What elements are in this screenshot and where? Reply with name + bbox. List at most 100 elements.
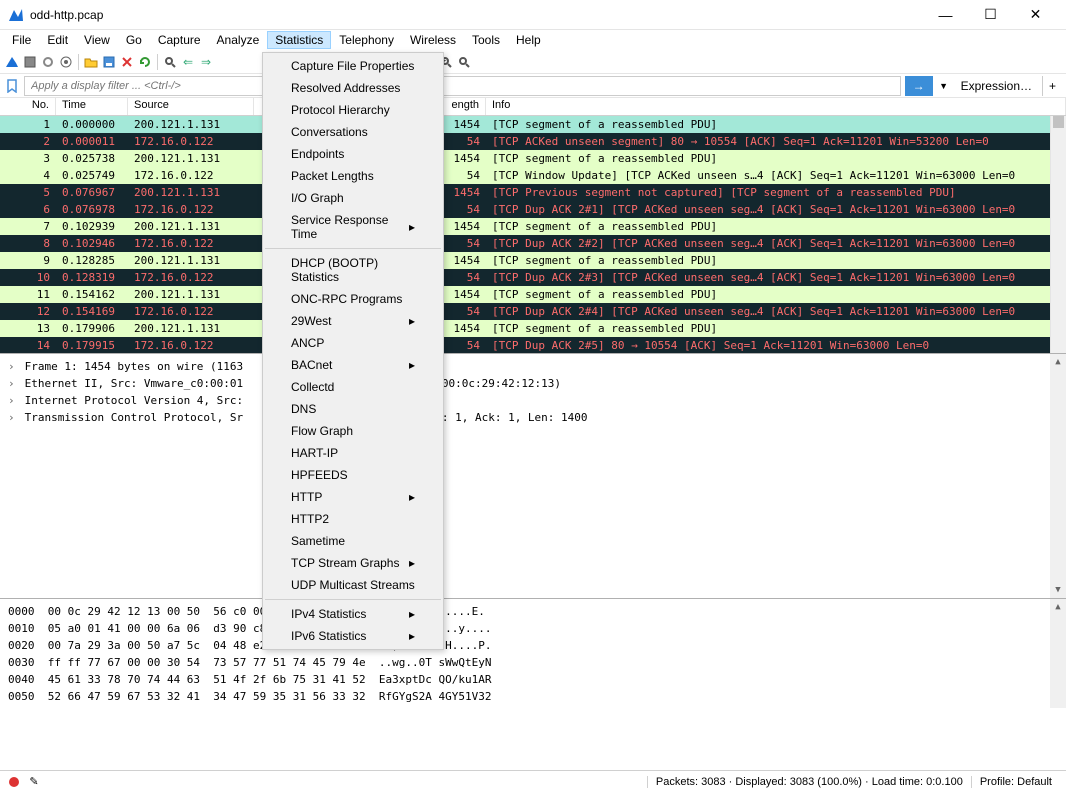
bytes-line[interactable]: 0000 00 0c 29 42 12 13 00 50 56 c0 00 01… [8,603,1058,620]
column-no[interactable]: No. [0,98,56,115]
packet-row[interactable]: 30.025738200.121.1.1311454[TCP segment o… [0,150,1066,167]
shark-fin-icon[interactable] [4,54,20,70]
menu-help[interactable]: Help [508,31,549,49]
menu-item[interactable]: HART-IP [263,442,443,464]
packet-details-pane[interactable]: ▲▼ › Frame 1: 1454 bytes on wire (1163 (… [0,353,1066,598]
menu-item[interactable]: IPv4 Statistics▸ [263,603,443,625]
packet-row[interactable]: 70.102939200.121.1.1311454[TCP segment o… [0,218,1066,235]
details-scrollbar[interactable]: ▲▼ [1050,354,1066,598]
edit-icon[interactable]: ✎ [26,774,42,790]
menu-telephony[interactable]: Telephony [331,31,402,49]
save-icon[interactable] [101,54,117,70]
column-info[interactable]: Info [486,98,1066,115]
bytes-line[interactable]: 0020 00 7a 29 3a 00 50 a7 5c 04 48 e2 e2… [8,637,1058,654]
menu-item[interactable]: Collectd [263,376,443,398]
menu-item[interactable]: UDP Multicast Streams [263,574,443,596]
menu-item[interactable]: Service Response Time▸ [263,209,443,245]
expand-icon[interactable]: › [8,392,18,409]
menu-item[interactable]: DHCP (BOOTP) Statistics [263,252,443,288]
menu-item[interactable]: DNS [263,398,443,420]
packet-row[interactable]: 80.102946172.16.0.12254[TCP Dup ACK 2#2]… [0,235,1066,252]
bytes-line[interactable]: 0040 45 61 33 78 70 74 44 63 51 4f 2f 6b… [8,671,1058,688]
prev-icon[interactable]: ⇐ [180,54,196,70]
menu-item[interactable]: Flow Graph [263,420,443,442]
packet-bytes-pane[interactable]: ▲ 0000 00 0c 29 42 12 13 00 50 56 c0 00 … [0,598,1066,708]
packet-row[interactable]: 130.179906200.121.1.1311454[TCP segment … [0,320,1066,337]
packet-row[interactable]: 140.179915172.16.0.12254[TCP Dup ACK 2#5… [0,337,1066,353]
menu-wireless[interactable]: Wireless [402,31,464,49]
detail-line[interactable]: › Frame 1: 1454 bytes on wire (1163 (116… [8,358,1058,375]
find-icon[interactable] [162,54,178,70]
bytes-scrollbar[interactable]: ▲ [1050,599,1066,708]
stop-icon[interactable] [22,54,38,70]
reload-icon[interactable] [137,54,153,70]
statistics-menu[interactable]: Capture File PropertiesResolved Addresse… [262,52,444,650]
packet-list-header[interactable]: No. Time Source ength Info [0,98,1066,116]
expression-button[interactable]: Expression… [955,76,1038,96]
column-time[interactable]: Time [56,98,128,115]
menu-item[interactable]: Capture File Properties [263,55,443,77]
close-button[interactable]: ✕ [1013,1,1058,29]
open-icon[interactable] [83,54,99,70]
options-icon[interactable] [58,54,74,70]
packet-row[interactable]: 110.154162200.121.1.1311454[TCP segment … [0,286,1066,303]
close-file-icon[interactable] [119,54,135,70]
menu-item[interactable]: Sametime [263,530,443,552]
menu-item[interactable]: HTTP▸ [263,486,443,508]
packet-list-pane[interactable]: No. Time Source ength Info 10.000000200.… [0,98,1066,353]
menu-capture[interactable]: Capture [150,31,209,49]
expand-icon[interactable]: › [8,375,18,392]
menu-item[interactable]: BACnet▸ [263,354,443,376]
menu-item[interactable]: Endpoints [263,143,443,165]
column-source[interactable]: Source [128,98,254,115]
packet-list-scrollbar[interactable] [1050,116,1066,353]
menu-item[interactable]: Resolved Addresses [263,77,443,99]
menu-item[interactable]: Packet Lengths [263,165,443,187]
menu-file[interactable]: File [4,31,39,49]
packet-row[interactable]: 90.128285200.121.1.1311454[TCP segment o… [0,252,1066,269]
menu-item[interactable]: TCP Stream Graphs▸ [263,552,443,574]
packet-row[interactable]: 40.025749172.16.0.12254[TCP Window Updat… [0,167,1066,184]
packet-row[interactable]: 50.076967200.121.1.1311454[TCP Previous … [0,184,1066,201]
bytes-line[interactable]: 0050 52 66 47 59 67 53 32 41 34 47 59 35… [8,688,1058,705]
menu-item[interactable]: Protocol Hierarchy [263,99,443,121]
zoom-out-icon[interactable] [456,54,472,70]
add-filter-button[interactable]: + [1042,76,1062,96]
menu-go[interactable]: Go [118,31,150,49]
expand-icon[interactable]: › [8,409,18,426]
maximize-button[interactable]: ☐ [968,1,1013,29]
packet-row[interactable]: 60.076978172.16.0.12254[TCP Dup ACK 2#1]… [0,201,1066,218]
restart-icon[interactable] [40,54,56,70]
menu-item[interactable]: I/O Graph [263,187,443,209]
menu-tools[interactable]: Tools [464,31,508,49]
expert-info-icon[interactable] [6,774,22,790]
detail-line[interactable]: › Internet Protocol Version 4, Src: 0.12… [8,392,1058,409]
menu-item[interactable]: IPv6 Statistics▸ [263,625,443,647]
bytes-line[interactable]: 0030 ff ff 77 67 00 00 30 54 73 57 77 51… [8,654,1058,671]
menu-statistics[interactable]: Statistics [267,31,331,49]
display-filter-input[interactable] [24,76,901,96]
menu-item[interactable]: HPFEEDS [263,464,443,486]
menu-view[interactable]: View [76,31,118,49]
bookmark-icon[interactable] [4,78,20,94]
menu-item[interactable]: ONC-RPC Programs [263,288,443,310]
detail-line[interactable]: › Ethernet II, Src: Vmware_c0:00:01 Vmwa… [8,375,1058,392]
menu-item[interactable]: ANCP [263,332,443,354]
minimize-button[interactable]: — [923,1,968,29]
menu-item[interactable]: Conversations [263,121,443,143]
column-length[interactable]: ength [444,98,486,115]
menu-analyze[interactable]: Analyze [209,31,268,49]
menu-item[interactable]: 29West▸ [263,310,443,332]
apply-filter-button[interactable]: → [905,76,933,96]
packet-row[interactable]: 120.154169172.16.0.12254[TCP Dup ACK 2#4… [0,303,1066,320]
expand-icon[interactable]: › [8,358,18,375]
menu-item[interactable]: HTTP2 [263,508,443,530]
bytes-line[interactable]: 0010 05 a0 01 41 00 00 6a 06 d3 90 c8 79… [8,620,1058,637]
menu-edit[interactable]: Edit [39,31,76,49]
detail-line[interactable]: › Transmission Control Protocol, Sr ort:… [8,409,1058,426]
filter-history-dropdown[interactable]: ▼ [937,76,951,96]
packet-row[interactable]: 20.000011172.16.0.12254[TCP ACKed unseen… [0,133,1066,150]
packet-row[interactable]: 10.000000200.121.1.1311454[TCP segment o… [0,116,1066,133]
next-icon[interactable]: ⇒ [198,54,214,70]
status-profile[interactable]: Profile: Default [971,776,1060,788]
